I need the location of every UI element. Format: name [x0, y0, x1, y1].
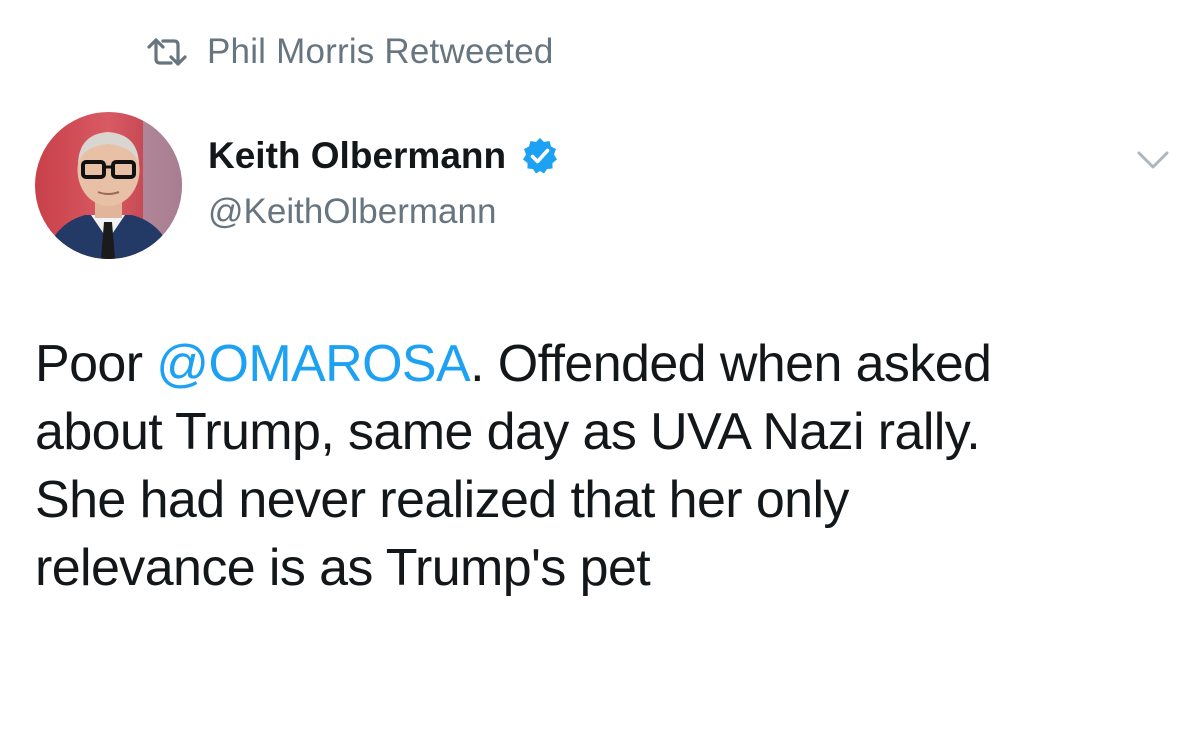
author-display-name[interactable]: Keith Olbermann	[208, 132, 506, 180]
mention-link[interactable]: @OMAROSA	[156, 335, 470, 393]
tweet-line: She had never realized that her only	[35, 471, 849, 529]
tweet-line: Poor @OMAROSA. Offended when asked	[35, 330, 1175, 398]
retweet-context[interactable]: Phil Morris Retweeted	[145, 30, 554, 74]
tweet-text-segment: . Offended when asked	[470, 335, 992, 393]
retweet-icon	[147, 38, 187, 66]
tweet-text-segment: Poor	[35, 335, 157, 393]
verified-badge-icon	[523, 138, 558, 174]
author-handle[interactable]: @KeithOlbermann	[208, 188, 560, 236]
tweet-line: about Trump, same day as UVA Nazi rally.	[35, 403, 981, 461]
avatar[interactable]	[35, 112, 182, 259]
tweet-line: relevance is as Trump's pet	[35, 539, 651, 597]
tweet-text: Poor @OMAROSA. Offended when asked about…	[35, 330, 1175, 602]
retweet-label: Phil Morris Retweeted	[207, 32, 554, 71]
chevron-down-icon[interactable]	[1136, 148, 1170, 172]
author-info[interactable]: Keith Olbermann @KeithOlbermann	[208, 132, 560, 236]
